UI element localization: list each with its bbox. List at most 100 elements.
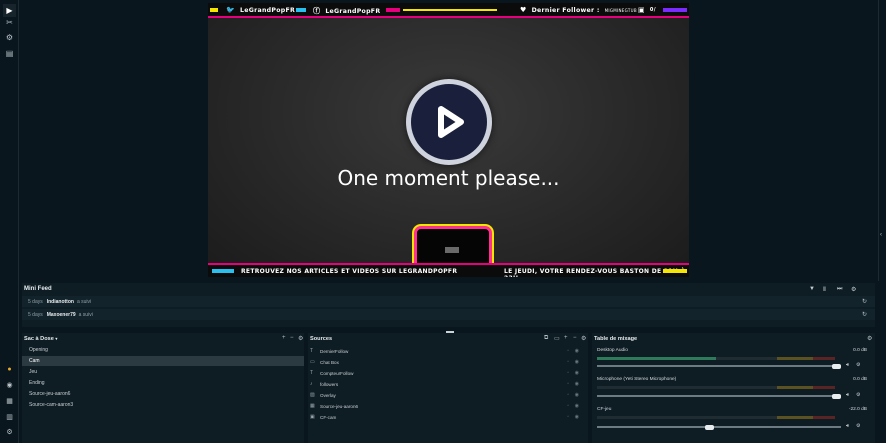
slider-knob[interactable]: [832, 363, 841, 369]
source-item[interactable]: ▣ CF-cam ▫ ◉: [308, 412, 588, 422]
scene-item[interactable]: Opening: [22, 345, 304, 355]
gear-icon[interactable]: ⚙: [856, 362, 860, 368]
chevron-left-icon[interactable]: ‹: [880, 232, 882, 238]
gear-icon[interactable]: ⚙: [298, 335, 303, 342]
scene-item[interactable]: Jeu: [22, 367, 304, 377]
lock-icon[interactable]: ▫: [567, 392, 569, 398]
gear-icon[interactable]: ⚙: [581, 335, 586, 342]
lock-icon[interactable]: ▫: [567, 359, 569, 365]
folder-icon[interactable]: ▭: [554, 335, 560, 342]
heart-icon: ♥: [520, 6, 527, 14]
overlay-twitter: LeGrandPopFR: [240, 6, 296, 14]
speaker-icon[interactable]: 🔊︎: [846, 362, 849, 368]
volume-slider[interactable]: [597, 393, 841, 399]
highlight-icon[interactable]: ●: [3, 364, 16, 375]
overlay-bottom-bar: Retrouvez nos articles et videos sur leg…: [208, 263, 689, 277]
gear-icon[interactable]: ⚙: [856, 423, 860, 429]
slider-knob[interactable]: [832, 393, 841, 399]
source-item[interactable]: ▨ Overlay ▫ ◉: [308, 390, 588, 400]
slider-knob[interactable]: [705, 424, 715, 430]
source-name: Overlay: [320, 392, 336, 398]
scenes-panel: Sac à Dose ▾ + − ⚙ Opening Cam Jeu Endin…: [22, 333, 304, 443]
overlay-bottom-right: Le jeudi, votre rendez-vous baston de 21…: [504, 268, 685, 277]
scene-item[interactable]: Source-cam-aaron3: [22, 400, 304, 410]
scene-icon: ▦: [310, 403, 315, 409]
source-item[interactable]: ♪ followers ▫ ◉: [308, 379, 588, 389]
eye-icon[interactable]: ◉: [575, 359, 579, 365]
scene-item[interactable]: Cam: [22, 356, 304, 366]
feed-user: Maxoener79: [46, 311, 76, 318]
feed-time: 5 days: [28, 298, 43, 305]
settings-icon[interactable]: ⚙: [3, 426, 16, 437]
scene-item[interactable]: Source-jeu-aaron6: [22, 389, 304, 399]
left-nav: ▶ ✂ ⚙ ▤ ● ◉ ▦ ▥ ⚙: [0, 0, 19, 443]
speaker-icon[interactable]: 🔊︎: [846, 423, 849, 429]
feed-row: 5 days Maxoener79 a suivi ↻: [22, 309, 875, 320]
gear-icon[interactable]: ⚙: [851, 286, 856, 293]
studio-mode-icon[interactable]: ▥: [3, 411, 16, 422]
speaker-icon[interactable]: 🔊︎: [846, 392, 849, 398]
clip-icon[interactable]: ◉: [3, 379, 16, 390]
channel-db: 0.0 dB: [853, 348, 867, 353]
gear-icon[interactable]: ⚙: [856, 392, 860, 398]
facebook-icon: ⓕ: [313, 7, 321, 15]
source-name: Source-jeu-aaron6: [320, 403, 359, 409]
app-window: ▶ ✂ ⚙ ▤ ● ◉ ▦ ▥ ⚙ 🐦 LeGrandPopFR ⓕ LeGra…: [0, 0, 886, 443]
eye-icon[interactable]: ◉: [575, 403, 579, 409]
store-icon[interactable]: ▤: [3, 47, 16, 60]
gear-icon[interactable]: ⚙: [867, 335, 872, 342]
scene-item[interactable]: Ending: [22, 378, 304, 388]
eye-icon[interactable]: ◉: [575, 392, 579, 398]
pause-icon[interactable]: Ⅱ: [823, 286, 826, 293]
volume-slider[interactable]: [597, 363, 841, 369]
source-item[interactable]: T CompteurFollow ▫ ◉: [308, 368, 588, 378]
mixer-title: Table de mixage: [594, 336, 638, 342]
scene-folder-icon[interactable]: ⧉: [544, 335, 548, 342]
volume-slider[interactable]: [597, 424, 841, 430]
remove-scene-button[interactable]: −: [290, 335, 294, 341]
mixer-panel: Table de mixage ⚙ Desktop Audio 0.0 dB 🔊…: [592, 333, 875, 443]
filter-icon[interactable]: ▼: [809, 286, 815, 292]
repeat-icon[interactable]: ↻: [862, 311, 867, 318]
eye-icon[interactable]: ◉: [575, 348, 579, 354]
image-icon: ▨: [310, 392, 315, 398]
twitch-icon: ▣: [638, 6, 645, 14]
source-name: DernierFollow: [320, 348, 349, 354]
remove-source-button[interactable]: −: [573, 335, 577, 341]
source-name: CF-cam: [320, 414, 337, 420]
overlay-facebook: LeGrandPopFR: [325, 7, 381, 15]
widgets-icon[interactable]: ⚙: [3, 31, 16, 44]
skip-icon[interactable]: ⏭: [837, 286, 842, 293]
layout-icon[interactable]: ▦: [3, 395, 16, 406]
lock-icon[interactable]: ▫: [567, 414, 569, 420]
source-item[interactable]: T DernierFollow ▫ ◉: [308, 346, 588, 356]
overlay-follow-count: 0/: [649, 7, 656, 13]
mini-feed-panel: Mini Feed ▼ Ⅱ ⏭ ⚙ 5 days Indianotton a s…: [22, 283, 875, 327]
sources-title: Sources: [310, 336, 333, 342]
lock-icon[interactable]: ▫: [567, 370, 569, 376]
source-item[interactable]: ▦ Source-jeu-aaron6 ▫ ◉: [308, 401, 588, 411]
volume-meter: [597, 416, 835, 419]
lock-icon[interactable]: ▫: [567, 403, 569, 409]
scene-collection-title[interactable]: Sac à Dose ▾: [24, 336, 57, 342]
overlay-last-follower-name: MIGMINEGTUB: [604, 7, 637, 13]
add-source-button[interactable]: +: [564, 335, 568, 341]
feed-row: 5 days Indianotton a suivi ↻: [22, 296, 875, 307]
lock-icon[interactable]: ▫: [567, 348, 569, 354]
channel-name: Desktop Audio: [597, 348, 628, 353]
feed-user: Indianotton: [46, 298, 74, 305]
right-panel-toggle[interactable]: ‹: [878, 0, 886, 281]
feed-action: a suivi: [78, 311, 93, 318]
add-scene-button[interactable]: +: [282, 335, 286, 341]
text-icon: T: [310, 370, 314, 376]
themes-icon[interactable]: ✂: [3, 16, 16, 29]
source-item[interactable]: ▭ Chat Box ▫ ◉: [308, 357, 588, 367]
feed-action: a suivi: [76, 298, 92, 305]
eye-icon[interactable]: ◉: [575, 381, 579, 387]
repeat-icon[interactable]: ↻: [862, 298, 867, 305]
source-name: Chat Box: [320, 359, 339, 365]
eye-icon[interactable]: ◉: [575, 370, 579, 376]
stream-preview[interactable]: 🐦 LeGrandPopFR ⓕ LeGrandPopFR ♥ Dernier …: [208, 3, 689, 277]
lock-icon[interactable]: ▫: [567, 381, 569, 387]
eye-icon[interactable]: ◉: [575, 414, 579, 420]
